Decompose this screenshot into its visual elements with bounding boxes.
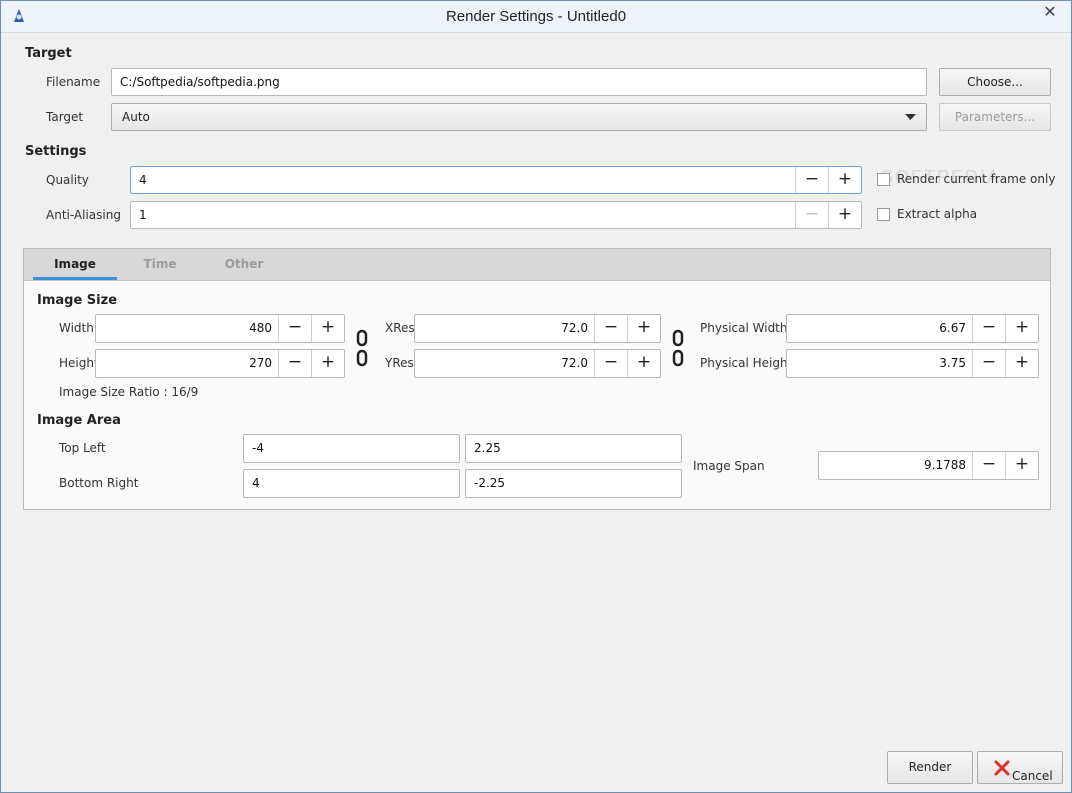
target-section-title: Target (25, 46, 72, 61)
bottom-right-x-input[interactable]: 4 (243, 469, 460, 498)
antialiasing-decrement-button[interactable]: − (795, 202, 828, 228)
tab-time[interactable]: Time (124, 257, 196, 271)
image-span-spinbox[interactable]: 9.1788 − + (818, 451, 1039, 480)
close-icon[interactable]: ✕ (1035, 1, 1065, 23)
target-label: Target (46, 110, 84, 124)
physical-height-value: 3.75 (939, 356, 966, 370)
filename-input[interactable]: C:/Softpedia/softpedia.png (111, 68, 927, 96)
physical-width-spinbox[interactable]: 6.67 − + (786, 314, 1039, 343)
top-left-y-value: 2.25 (474, 441, 501, 455)
image-span-value: 9.1788 (924, 458, 966, 472)
render-button[interactable]: Render (887, 751, 973, 784)
physical-width-label: Physical Width (700, 321, 788, 335)
top-left-y-input[interactable]: 2.25 (465, 434, 682, 463)
tab-bar: Image Time Other (24, 249, 1050, 281)
settings-section-title: Settings (25, 144, 87, 159)
bottom-right-label: Bottom Right (59, 476, 139, 490)
height-label: Height (59, 356, 99, 370)
render-current-frame-checkbox[interactable] (877, 173, 890, 186)
image-size-section-title: Image Size (37, 293, 118, 308)
cancel-x-icon (994, 760, 1010, 776)
antialiasing-value: 1 (139, 208, 147, 222)
yres-increment-button[interactable]: + (627, 350, 660, 377)
height-decrement-button[interactable]: − (278, 350, 311, 377)
top-left-x-value: -4 (252, 441, 264, 455)
yres-label: YRes (385, 356, 414, 370)
width-value: 480 (249, 321, 272, 335)
filename-value: C:/Softpedia/softpedia.png (120, 75, 280, 89)
antialiasing-label: Anti-Aliasing (46, 208, 121, 222)
antialiasing-increment-button[interactable]: + (828, 202, 861, 228)
physical-height-spinbox[interactable]: 3.75 − + (786, 349, 1039, 378)
extract-alpha-checkbox[interactable] (877, 208, 890, 221)
image-area-section-title: Image Area (37, 413, 121, 428)
yres-spinbox[interactable]: 72.0 − + (414, 349, 661, 378)
tab-image[interactable]: Image (33, 257, 117, 271)
top-left-x-input[interactable]: -4 (243, 434, 460, 463)
target-select-value: Auto (122, 110, 150, 124)
filename-label: Filename (46, 75, 101, 89)
antialiasing-spinbox[interactable]: 1 − + (130, 201, 862, 229)
physical-width-decrement-button[interactable]: − (972, 315, 1005, 342)
xres-spinbox[interactable]: 72.0 − + (414, 314, 661, 343)
image-span-label: Image Span (693, 459, 765, 473)
parameters-button[interactable]: Parameters... (939, 103, 1051, 131)
choose-button[interactable]: Choose... (939, 68, 1051, 96)
cancel-button-label: Cancel (1012, 769, 1053, 783)
height-increment-button[interactable]: + (311, 350, 344, 377)
image-span-decrement-button[interactable]: − (972, 452, 1005, 479)
render-current-frame-label: Render current frame only (897, 172, 1056, 186)
image-size-ratio-text: Image Size Ratio : 16/9 (59, 385, 199, 399)
active-tab-indicator (33, 277, 117, 280)
target-select[interactable]: Auto (111, 103, 927, 131)
bottom-right-y-value: -2.25 (474, 476, 506, 490)
render-settings-window: Render Settings - Untitled0 ✕ Target Fil… (0, 0, 1072, 793)
size-link-icon[interactable] (356, 329, 368, 369)
quality-label: Quality (46, 173, 89, 187)
quality-spinbox[interactable]: 4 − + (130, 166, 862, 194)
xres-label: XRes (385, 321, 415, 335)
tab-other[interactable]: Other (204, 257, 284, 271)
resolution-link-icon[interactable] (672, 329, 684, 369)
yres-decrement-button[interactable]: − (594, 350, 627, 377)
extract-alpha-label: Extract alpha (897, 207, 978, 221)
settings-tab-panel: Image Time Other Image Size Width 480 − … (23, 248, 1051, 510)
physical-height-label: Physical Height (700, 356, 793, 370)
physical-width-increment-button[interactable]: + (1005, 315, 1038, 342)
width-label: Width (59, 321, 94, 335)
xres-value: 72.0 (561, 321, 588, 335)
yres-value: 72.0 (561, 356, 588, 370)
xres-increment-button[interactable]: + (627, 315, 660, 342)
physical-height-decrement-button[interactable]: − (972, 350, 1005, 377)
width-increment-button[interactable]: + (311, 315, 344, 342)
xres-decrement-button[interactable]: − (594, 315, 627, 342)
width-spinbox[interactable]: 480 − + (95, 314, 345, 343)
chevron-down-icon (905, 114, 916, 120)
top-left-label: Top Left (59, 441, 106, 455)
width-decrement-button[interactable]: − (278, 315, 311, 342)
quality-value: 4 (139, 173, 147, 187)
image-span-increment-button[interactable]: + (1005, 452, 1038, 479)
bottom-right-y-input[interactable]: -2.25 (465, 469, 682, 498)
quality-decrement-button[interactable]: − (795, 167, 828, 193)
window-title: Render Settings - Untitled0 (445, 8, 627, 25)
physical-height-increment-button[interactable]: + (1005, 350, 1038, 377)
height-value: 270 (249, 356, 272, 370)
height-spinbox[interactable]: 270 − + (95, 349, 345, 378)
physical-width-value: 6.67 (939, 321, 966, 335)
title-bar: Render Settings - Untitled0 ✕ (1, 1, 1071, 33)
bottom-right-x-value: 4 (252, 476, 260, 490)
quality-increment-button[interactable]: + (828, 167, 861, 193)
cancel-button[interactable]: Cancel (977, 751, 1063, 784)
